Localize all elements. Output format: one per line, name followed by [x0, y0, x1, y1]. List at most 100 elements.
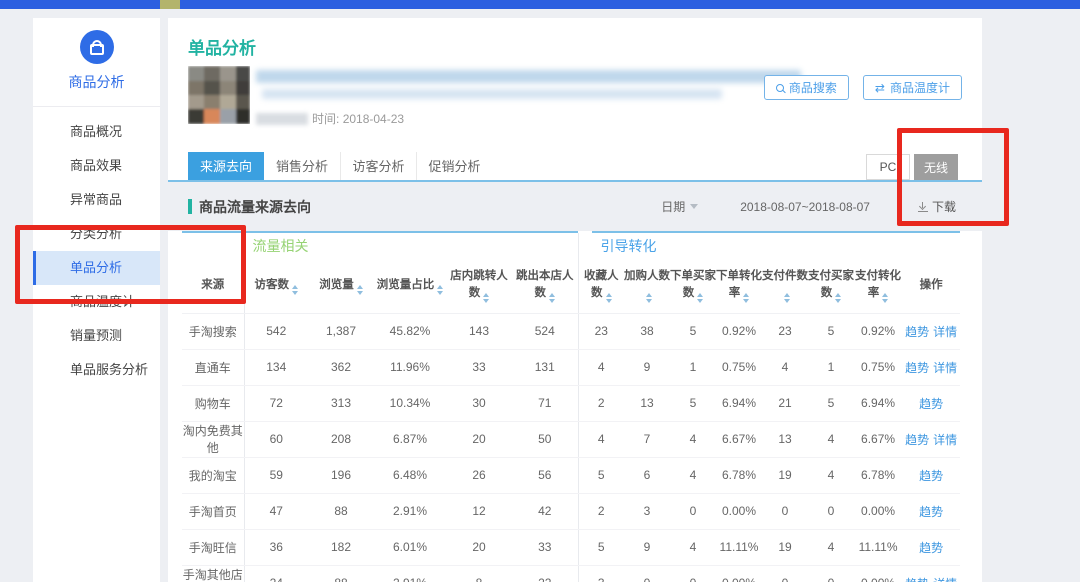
- trend-link[interactable]: 趋势: [905, 577, 929, 582]
- actions-cell: 趋势: [902, 385, 960, 421]
- column-header-13[interactable]: 支付转化率: [854, 259, 902, 313]
- source-cell: 淘内免费其他: [182, 421, 244, 457]
- value-cell: 11.11%: [854, 529, 902, 565]
- sidebar-item-1[interactable]: 商品概况: [33, 115, 160, 149]
- sidebar-item-6[interactable]: 商品温度计: [33, 285, 160, 319]
- value-cell: 88: [308, 493, 374, 529]
- column-header-10[interactable]: 下单转化率: [716, 259, 762, 313]
- value-cell: 5: [670, 313, 716, 349]
- value-cell: 20: [446, 421, 512, 457]
- value-cell: 4: [808, 457, 854, 493]
- sidebar-item-3[interactable]: 异常商品: [33, 183, 160, 217]
- group-header-conversion: 引导转化: [578, 233, 902, 259]
- tab-4[interactable]: 促销分析: [416, 152, 492, 182]
- tab-3[interactable]: 访客分析: [340, 152, 416, 182]
- swap-arrows-icon: ⇄: [875, 82, 885, 94]
- trend-link[interactable]: 趋势: [919, 469, 943, 483]
- sidebar-item-5[interactable]: 单品分析: [33, 251, 160, 285]
- sort-icon[interactable]: [784, 293, 790, 303]
- value-cell: 0: [670, 565, 716, 582]
- trend-link[interactable]: 趋势: [905, 433, 929, 447]
- trend-link[interactable]: 趋势: [905, 325, 929, 339]
- tab-2[interactable]: 销售分析: [264, 152, 340, 182]
- source-cell: 直通车: [182, 349, 244, 385]
- value-cell: 4: [762, 349, 808, 385]
- table-row: 淘内免费其他602086.87%20504746.67%1346.67%趋势详情: [182, 421, 960, 457]
- value-cell: 2.91%: [374, 493, 446, 529]
- value-cell: 5: [578, 529, 624, 565]
- sort-icon[interactable]: [549, 293, 555, 303]
- device-toggle: PC 无线: [866, 154, 958, 180]
- value-cell: 7: [624, 421, 670, 457]
- sidebar-item-2[interactable]: 商品效果: [33, 149, 160, 183]
- column-header-14: 操作: [902, 259, 960, 313]
- trend-link[interactable]: 趋势: [919, 397, 943, 411]
- sidebar-item-7[interactable]: 销量预测: [33, 319, 160, 353]
- trend-link[interactable]: 趋势: [919, 541, 943, 555]
- actions-cell: 趋势详情: [902, 565, 960, 582]
- redacted-label: [256, 113, 308, 125]
- value-cell: 0.00%: [716, 493, 762, 529]
- sort-icon[interactable]: [437, 285, 443, 295]
- sidebar-item-4[interactable]: 分类分析: [33, 217, 160, 251]
- value-cell: 1,387: [308, 313, 374, 349]
- wireless-toggle-button[interactable]: 无线: [914, 154, 958, 180]
- sort-icon[interactable]: [292, 285, 298, 295]
- sort-icon[interactable]: [606, 293, 612, 303]
- section-controls: 日期 2018-08-07~2018-08-07 下载: [661, 198, 982, 215]
- product-search-button[interactable]: 商品搜索: [764, 75, 849, 100]
- tab-1[interactable]: 来源去向: [188, 152, 264, 182]
- sort-icon[interactable]: [646, 293, 652, 303]
- sidebar-menu: 商品概况商品效果异常商品分类分析单品分析商品温度计销量预测单品服务分析: [33, 107, 160, 387]
- trend-link[interactable]: 趋势: [905, 361, 929, 375]
- value-cell: 3: [578, 565, 624, 582]
- sort-icon[interactable]: [835, 293, 841, 303]
- analysis-tabbar: 来源去向销售分析访客分析促销分析: [188, 152, 492, 182]
- column-header-11[interactable]: 支付件数: [762, 259, 808, 313]
- value-cell: 2.91%: [374, 565, 446, 582]
- value-cell: 12: [446, 493, 512, 529]
- source-cell: 手淘搜索: [182, 313, 244, 349]
- column-header-8[interactable]: 加购人数: [624, 259, 670, 313]
- value-cell: 60: [244, 421, 308, 457]
- sort-icon[interactable]: [697, 293, 703, 303]
- column-header-7[interactable]: 收藏人数: [578, 259, 624, 313]
- sidebar-item-8[interactable]: 单品服务分析: [33, 353, 160, 387]
- value-cell: 88: [308, 565, 374, 582]
- value-cell: 22: [512, 565, 578, 582]
- download-button[interactable]: 下载: [918, 198, 956, 215]
- header-actions: 商品搜索 ⇄ 商品温度计: [764, 75, 962, 100]
- column-header-4[interactable]: 浏览量占比: [374, 259, 446, 313]
- detail-link[interactable]: 详情: [933, 577, 957, 582]
- sort-icon[interactable]: [882, 293, 888, 303]
- column-header-2[interactable]: 访客数: [244, 259, 308, 313]
- value-cell: 0.00%: [716, 565, 762, 582]
- trend-link[interactable]: 趋势: [919, 505, 943, 519]
- value-cell: 143: [446, 313, 512, 349]
- column-header-6[interactable]: 跳出本店人数: [512, 259, 578, 313]
- value-cell: 0: [624, 565, 670, 582]
- value-cell: 11.96%: [374, 349, 446, 385]
- product-thumbnail: [188, 66, 250, 124]
- value-cell: 5: [578, 457, 624, 493]
- sort-icon[interactable]: [743, 293, 749, 303]
- column-header-3[interactable]: 浏览量: [308, 259, 374, 313]
- value-cell: 4: [578, 349, 624, 385]
- value-cell: 182: [308, 529, 374, 565]
- sort-icon[interactable]: [483, 293, 489, 303]
- detail-link[interactable]: 详情: [933, 433, 957, 447]
- column-header-5[interactable]: 店内跳转人数: [446, 259, 512, 313]
- redacted-product-title: [256, 70, 801, 83]
- value-cell: 4: [578, 421, 624, 457]
- detail-link[interactable]: 详情: [933, 325, 957, 339]
- column-header-12[interactable]: 支付买家数: [808, 259, 854, 313]
- pc-toggle-button[interactable]: PC: [866, 154, 910, 180]
- value-cell: 30: [446, 385, 512, 421]
- main-panel: 单品分析 时间: 2018-04-23 商品搜索 ⇄ 商品温度计: [168, 18, 982, 582]
- actions-cell: 趋势: [902, 457, 960, 493]
- product-thermometer-button[interactable]: ⇄ 商品温度计: [863, 75, 962, 100]
- sort-icon[interactable]: [357, 285, 363, 295]
- detail-link[interactable]: 详情: [933, 361, 957, 375]
- column-header-9[interactable]: 下单买家数: [670, 259, 716, 313]
- date-filter-dropdown[interactable]: 日期: [661, 198, 698, 215]
